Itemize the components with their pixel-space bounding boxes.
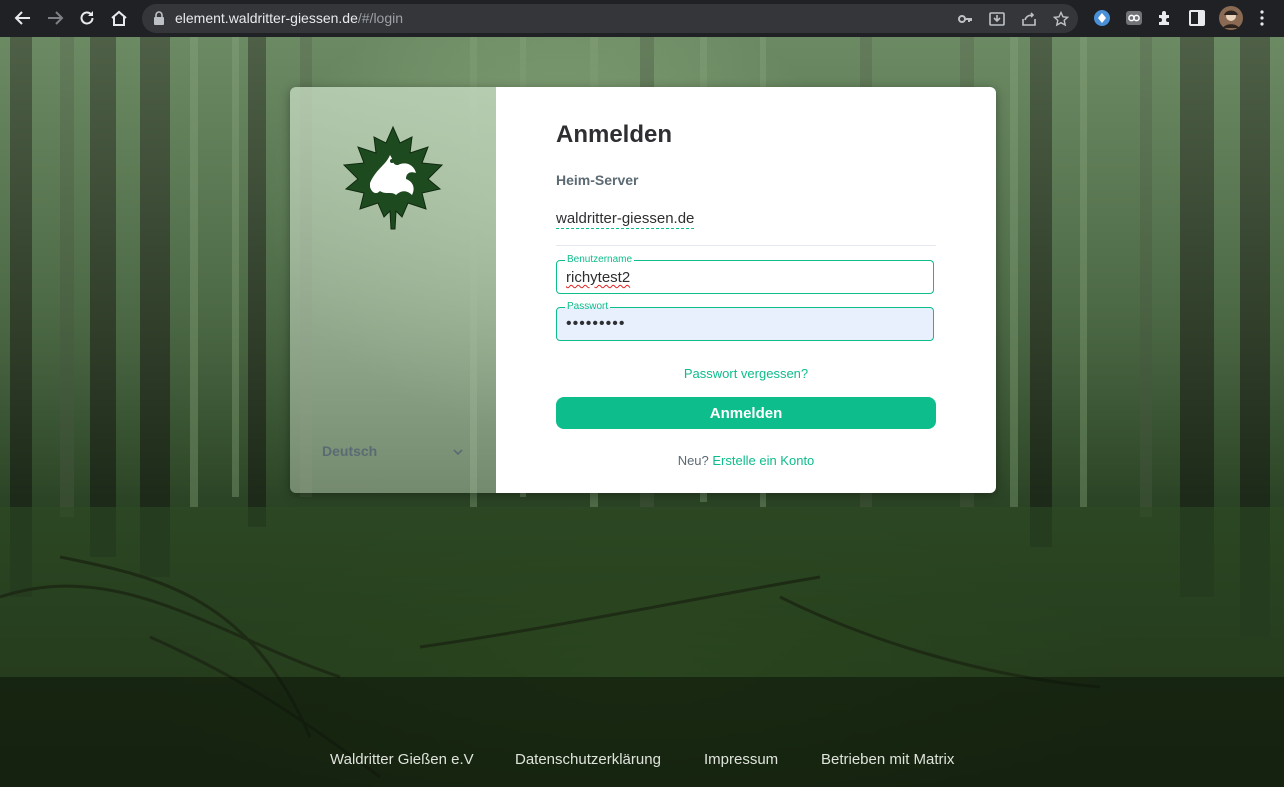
username-value: richytest2	[566, 269, 631, 286]
url-host: element.waldritter-giessen.de	[175, 10, 358, 26]
card-sidebar: Deutsch	[290, 87, 496, 493]
lock-icon[interactable]	[153, 11, 165, 30]
profile-avatar[interactable]	[1219, 6, 1243, 30]
share-icon[interactable]	[1019, 9, 1039, 29]
footer-link-matrix[interactable]: Betrieben mit Matrix	[821, 751, 954, 768]
username-label: Benutzername	[565, 254, 635, 266]
login-form: Anmelden Heim-Server waldritter-giessen.…	[496, 87, 996, 493]
url-path: /#/login	[357, 10, 404, 26]
address-bar[interactable]: element.waldritter-giessen.de/#/login	[142, 4, 1078, 33]
url-text: element.waldritter-giessen.de/#/login	[175, 10, 403, 26]
homeserver-value[interactable]: waldritter-giessen.de	[556, 210, 695, 229]
extension-icon[interactable]	[1155, 8, 1175, 28]
waldritter-logo-icon	[342, 125, 444, 230]
password-value: •••••••••	[566, 315, 626, 332]
extension-icon[interactable]	[1124, 8, 1144, 28]
footer-link-imprint[interactable]: Impressum	[704, 751, 778, 768]
password-label: Passwort	[565, 301, 611, 313]
browser-toolbar: element.waldritter-giessen.de/#/login	[0, 0, 1284, 38]
reload-icon[interactable]	[75, 6, 99, 30]
username-field[interactable]: Benutzername richytest2	[556, 254, 934, 294]
star-icon[interactable]	[1051, 9, 1071, 29]
language-dropdown[interactable]: Deutsch	[322, 443, 464, 461]
homeserver-label: Heim-Server	[556, 172, 639, 188]
password-field[interactable]: Passwort •••••••••	[556, 301, 934, 341]
sign-in-button[interactable]: Anmelden	[556, 397, 936, 429]
home-icon[interactable]	[107, 6, 131, 30]
menu-icon[interactable]	[1252, 8, 1272, 28]
page-title: Anmelden	[556, 121, 673, 148]
sidepanel-icon[interactable]	[1187, 8, 1207, 28]
footer-link-privacy[interactable]: Datenschutzerklärung	[515, 751, 661, 768]
create-account-link[interactable]: Erstelle ein Konto	[712, 453, 814, 468]
forward-icon[interactable]	[43, 6, 67, 30]
create-account-prefix: Neu?	[677, 453, 709, 468]
forgot-password-link[interactable]: Passwort vergessen?	[496, 366, 996, 381]
language-label: Deutsch	[322, 443, 378, 459]
key-icon[interactable]	[955, 9, 975, 29]
divider	[556, 245, 936, 246]
create-account-text: Neu? Erstelle ein Konto	[496, 453, 996, 468]
extension-icon[interactable]	[1092, 8, 1112, 28]
footer-link-waldritter[interactable]: Waldritter Gießen e.V	[330, 751, 474, 768]
chevron-down-icon	[452, 445, 464, 461]
install-icon[interactable]	[987, 9, 1007, 29]
back-icon[interactable]	[11, 6, 35, 30]
login-card: Deutsch Anmelden Heim-Server waldritter-…	[290, 87, 996, 493]
